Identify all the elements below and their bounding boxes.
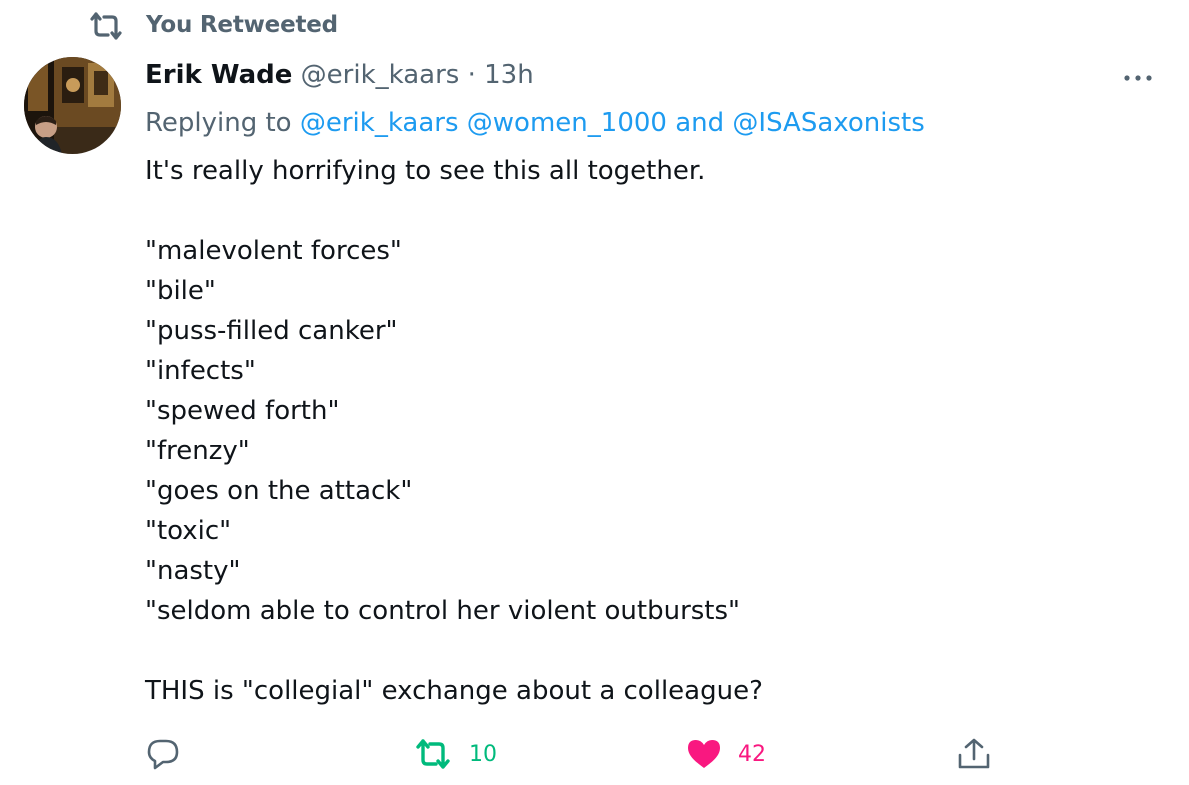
author-name[interactable]: Erik Wade (145, 60, 292, 90)
retweet-context: You Retweeted (88, 10, 338, 42)
tweet-line: It's really horrifying to see this all t… (145, 156, 706, 186)
tweet-blank-line (145, 631, 1145, 671)
mention-link[interactable]: @women_1000 (467, 108, 667, 138)
tweet-line: "frenzy" (145, 436, 250, 466)
tweet-blank-line (145, 191, 1145, 231)
tweet-line: "nasty" (145, 556, 241, 586)
retweet-icon (413, 737, 453, 771)
retweet-button[interactable]: 10 (413, 732, 497, 776)
like-count: 42 (738, 741, 766, 767)
tweet[interactable]: You Retweeted Erik Wade @erik_kaars · 13… (0, 0, 1189, 785)
replying-to: Replying to @erik_kaars @women_1000 and … (145, 108, 925, 138)
tweet-line: THIS is "collegial" exchange about a col… (145, 676, 763, 706)
tweet-line: "malevolent forces" (145, 236, 402, 266)
tweet-line: "toxic" (145, 516, 232, 546)
reply-button[interactable] (146, 732, 180, 776)
share-button[interactable] (956, 732, 992, 776)
reply-icon (146, 737, 180, 771)
heart-icon (686, 737, 722, 771)
retweet-context-icon (88, 11, 124, 41)
mention-link[interactable]: @erik_kaars (300, 108, 459, 138)
replying-prefix: Replying to (145, 108, 292, 138)
separator: · (467, 60, 476, 90)
tweet-header: Erik Wade @erik_kaars · 13h (145, 60, 534, 100)
more-options-icon[interactable] (1118, 64, 1158, 92)
tweet-line: "infects" (145, 356, 256, 386)
retweet-count: 10 (469, 741, 497, 767)
tweet-line: "spewed forth" (145, 396, 340, 426)
mention-link[interactable]: @ISASaxonists (732, 108, 924, 138)
tweet-line: "seldom able to control her violent outb… (145, 596, 741, 626)
tweet-line: "bile" (145, 276, 216, 306)
tweet-text: It's really horrifying to see this all t… (145, 151, 1145, 711)
tweet-line: "puss-filled canker" (145, 316, 398, 346)
share-icon (956, 736, 992, 772)
author-handle[interactable]: @erik_kaars (301, 60, 460, 90)
like-button[interactable]: 42 (686, 732, 766, 776)
avatar[interactable] (24, 57, 121, 154)
mention-conjunction[interactable]: and (675, 108, 724, 138)
retweet-context-label[interactable]: You Retweeted (146, 12, 338, 38)
timestamp[interactable]: 13h (484, 60, 534, 90)
tweet-line: "goes on the attack" (145, 476, 413, 506)
